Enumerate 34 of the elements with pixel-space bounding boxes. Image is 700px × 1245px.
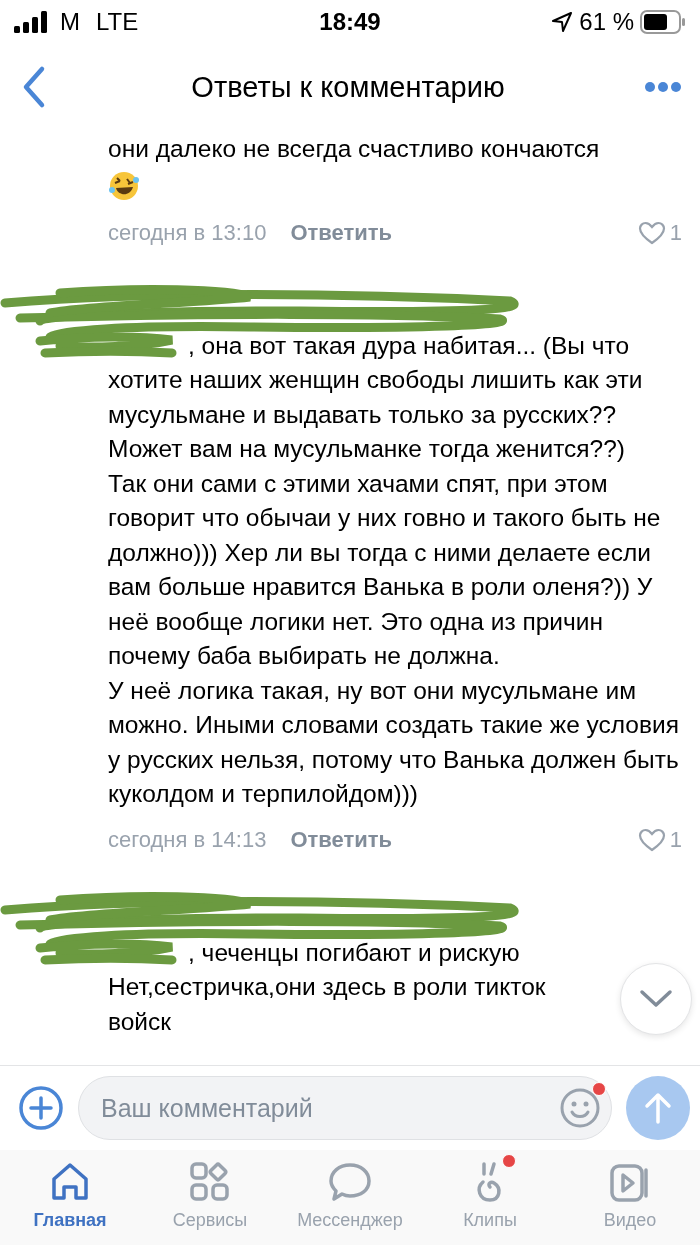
carrier-name: M [60,8,80,36]
arrow-up-icon [643,1091,673,1125]
tab-item[interactable]: Клипы [420,1150,560,1245]
comment-text: Так они сами с этими хачами спят, при этом говорит что обычаи у них говно и такого быть не должно))) Хер ли вы тогда с ними делаете если вам больше нравится Ванька в роли оленя?)) У неё вообще логики нет. Это одна из причин почему баба выбирать не должна. [108,468,662,671]
heart-icon[interactable] [637,220,666,245]
more-icon[interactable] [644,81,682,93]
like-count: 1 [669,219,682,246]
comment-date: сегодня в 14:13 [108,826,267,853]
clock-time: 18:49 [319,8,381,36]
screen-title: Ответы к комментарию [191,70,505,103]
comment-text: Нет,сестричка,они здесь в роли тикток [108,972,546,1002]
tab-item[interactable]: Сервисы [140,1150,280,1245]
comment-text: У неё логика такая, ну вот они мусульмане им можно. Иными словами создать такие же условия у русских нельзя, потому что Ванька должен быть куколдом и терпилойдом))) [108,675,680,809]
add-icon[interactable] [18,1085,64,1131]
location-arrow-icon [551,11,574,33]
comment-text: войск [108,1006,172,1037]
comment-text: , чеченцы погибают и рискую [187,937,520,968]
reply-link[interactable]: Ответить [290,826,393,853]
comment-date: сегодня в 13:10 [108,219,267,246]
network-type: LTE [96,8,139,36]
battery-icon [640,10,686,34]
scroll-down-button[interactable] [620,963,692,1035]
battery-percent: 61 % [579,8,634,36]
tab-item[interactable]: Главная [0,1150,140,1245]
tab-item[interactable]: Мессенджер [280,1150,420,1245]
tab-item[interactable]: Видео [560,1150,700,1245]
smiley-icon[interactable] [558,1086,602,1130]
comment-text: , она вот такая дура набитая... (Вы что хотите наших женщин свободы лишить как эти мусульмане и выдавать только за русских?? Может вам на мусульманке тогда женится??) [108,330,644,464]
heart-icon[interactable] [637,827,666,852]
chevron-down-icon [639,989,673,1009]
comment-field[interactable]: Ваш комментарий [78,1076,612,1140]
comment-text: они далеко не всегда счастливо кончаются [108,134,601,164]
like-count: 1 [669,826,682,853]
reply-link[interactable]: Ответить [290,219,393,246]
